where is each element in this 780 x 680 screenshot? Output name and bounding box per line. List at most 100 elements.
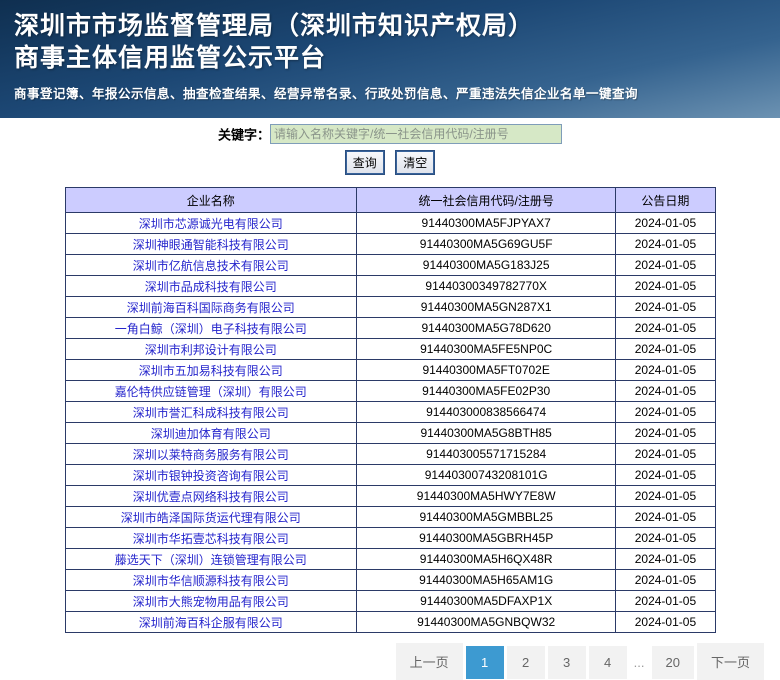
company-link[interactable]: 深圳市亿航信息技术有限公司 — [133, 259, 289, 273]
publish-date-cell: 2024-01-05 — [616, 339, 715, 360]
publish-date-cell: 2024-01-05 — [616, 402, 715, 423]
column-header-credit-code: 统一社会信用代码/注册号 — [356, 188, 615, 213]
credit-code-cell: 91440300MA5FE02P30 — [356, 381, 615, 402]
credit-code-cell: 914403005571715284 — [356, 444, 615, 465]
keyword-input[interactable] — [270, 124, 562, 144]
company-name-cell: 深圳市华拓壹芯科技有限公司 — [65, 528, 356, 549]
company-link[interactable]: 深圳市利邦设计有限公司 — [145, 343, 277, 357]
company-link[interactable]: 深圳市誉汇科成科技有限公司 — [133, 406, 289, 420]
table-row: 嘉伦特供应链管理（深圳）有限公司91440300MA5FE02P302024-0… — [65, 381, 715, 402]
table-row: 深圳市芯源诚光电有限公司91440300MA5FJPYAX72024-01-05 — [65, 213, 715, 234]
table-row: 深圳市誉汇科成科技有限公司 9144030008385664742024-01-0… — [65, 402, 715, 423]
table-header-row: 企业名称 统一社会信用代码/注册号 公告日期 — [65, 188, 715, 213]
company-name-cell: 深圳市银钟投资咨询有限公司 — [65, 465, 356, 486]
site-subtitle: 商事登记簿、年报公示信息、抽查检查结果、经营异常名录、行政处罚信息、严重违法失信… — [14, 83, 780, 102]
company-link[interactable]: 深圳神眼通智能科技有限公司 — [133, 238, 289, 252]
clear-button[interactable]: 清空 — [396, 151, 434, 174]
company-link[interactable]: 深圳市皓泽国际货运代理有限公司 — [121, 511, 301, 525]
company-name-cell: 深圳市亿航信息技术有限公司 — [65, 255, 356, 276]
table-row: 深圳市皓泽国际货运代理有限公司91440300MA5GMBBL252024-01… — [65, 507, 715, 528]
next-page-button[interactable]: 下一页 — [697, 643, 764, 680]
table-row: 深圳优壹点网络科技有限公司 91440300MA5HWY7E8W2024-01-0… — [65, 486, 715, 507]
company-link[interactable]: 深圳迪加体育有限公司 — [151, 427, 271, 441]
company-table: 企业名称 统一社会信用代码/注册号 公告日期 深圳市芯源诚光电有限公司91440… — [65, 187, 716, 633]
company-link[interactable]: 一角白鲸（深圳）电子科技有限公司 — [115, 322, 307, 336]
company-name-cell: 深圳市皓泽国际货运代理有限公司 — [65, 507, 356, 528]
credit-code-cell: 91440300MA5H65AM1G — [356, 570, 615, 591]
table-row: 深圳市品成科技有限公司91440300349782770X2024-01-05 — [65, 276, 715, 297]
publish-date-cell: 2024-01-05 — [616, 444, 715, 465]
company-name-cell: 藤选天下（深圳）连锁管理有限公司 — [65, 549, 356, 570]
pagination: 上一页1234...20下一页 — [0, 643, 764, 680]
company-link[interactable]: 深圳前海百科企服有限公司 — [139, 616, 283, 630]
company-name-cell: 深圳市华信顺源科技有限公司 — [65, 570, 356, 591]
column-header-company-name: 企业名称 — [65, 188, 356, 213]
company-name-cell: 深圳市品成科技有限公司 — [65, 276, 356, 297]
table-row: 一角白鲸（深圳）电子科技有限公司 91440300MA5G78D6202024-0… — [65, 318, 715, 339]
credit-code-cell: 914403000838566474 — [356, 402, 615, 423]
publish-date-cell: 2024-01-05 — [616, 423, 715, 444]
query-button[interactable]: 查询 — [346, 151, 384, 174]
table-row: 深圳以莱特商务服务有限公司 9144030055717152842024-01-0… — [65, 444, 715, 465]
publish-date-cell: 2024-01-05 — [616, 255, 715, 276]
company-name-cell: 深圳市大熊宠物用品有限公司 — [65, 591, 356, 612]
page-button-4[interactable]: 4 — [589, 646, 627, 679]
table-row: 深圳迪加体育有限公司91440300MA5G8BTH852024-01-05 — [65, 423, 715, 444]
page-button-20[interactable]: 20 — [652, 646, 694, 679]
table-row: 深圳市银钟投资咨询有限公司91440300743208101G2024-01-0… — [65, 465, 715, 486]
company-name-cell: 深圳市利邦设计有限公司 — [65, 339, 356, 360]
publish-date-cell: 2024-01-05 — [616, 297, 715, 318]
company-link[interactable]: 藤选天下（深圳）连锁管理有限公司 — [115, 553, 307, 567]
company-name-cell: 嘉伦特供应链管理（深圳）有限公司 — [65, 381, 356, 402]
site-banner: 深圳市市场监督管理局（深圳市知识产权局） 商事主体信用监管公示平台 商事登记簿、… — [0, 0, 780, 118]
table-row: 深圳神眼通智能科技有限公司91440300MA5G69GU5F2024-01-0… — [65, 234, 715, 255]
publish-date-cell: 2024-01-05 — [616, 318, 715, 339]
credit-code-cell: 91440300MA5G78D620 — [356, 318, 615, 339]
credit-code-cell: 91440300MA5FE5NP0C — [356, 339, 615, 360]
publish-date-cell: 2024-01-05 — [616, 360, 715, 381]
table-row: 深圳市亿航信息技术有限公司91440300MA5G183J252024-01-0… — [65, 255, 715, 276]
keyword-label: 关键字： — [218, 128, 270, 143]
credit-code-cell: 91440300MA5GMBBL25 — [356, 507, 615, 528]
table-row: 深圳市大熊宠物用品有限公司91440300MA5DFAXP1X2024-01-0… — [65, 591, 715, 612]
company-link[interactable]: 嘉伦特供应链管理（深圳）有限公司 — [115, 385, 307, 399]
table-row: 深圳市五加易科技有限公司 91440300MA5FT0702E2024-01-05 — [65, 360, 715, 381]
publish-date-cell: 2024-01-05 — [616, 549, 715, 570]
company-link[interactable]: 深圳市华信顺源科技有限公司 — [133, 574, 289, 588]
page-button-2[interactable]: 2 — [507, 646, 545, 679]
search-section: 关键字： 查询 清空 — [0, 118, 780, 174]
publish-date-cell: 2024-01-05 — [616, 213, 715, 234]
table-row: 深圳前海百科国际商务有限公司91440300MA5GN287X12024-01-… — [65, 297, 715, 318]
credit-code-cell: 91440300743208101G — [356, 465, 615, 486]
company-link[interactable]: 深圳市芯源诚光电有限公司 — [139, 217, 283, 231]
publish-date-cell: 2024-01-05 — [616, 612, 715, 633]
company-name-cell: 深圳优壹点网络科技有限公司 — [65, 486, 356, 507]
company-name-cell: 深圳市芯源诚光电有限公司 — [65, 213, 356, 234]
company-link[interactable]: 深圳市品成科技有限公司 — [145, 280, 277, 294]
company-link[interactable]: 深圳以莱特商务服务有限公司 — [133, 448, 289, 462]
prev-page-button[interactable]: 上一页 — [396, 643, 463, 680]
company-link[interactable]: 深圳市银钟投资咨询有限公司 — [133, 469, 289, 483]
company-name-cell: 深圳市五加易科技有限公司 — [65, 360, 356, 381]
company-link[interactable]: 深圳前海百科国际商务有限公司 — [127, 301, 295, 315]
column-header-publish-date: 公告日期 — [616, 188, 715, 213]
site-title-line2: 商事主体信用监管公示平台 — [14, 42, 780, 74]
publish-date-cell: 2024-01-05 — [616, 276, 715, 297]
publish-date-cell: 2024-01-05 — [616, 570, 715, 591]
credit-code-cell: 91440300MA5FT0702E — [356, 360, 615, 381]
company-link[interactable]: 深圳优壹点网络科技有限公司 — [133, 490, 289, 504]
page-button-1[interactable]: 1 — [466, 646, 504, 679]
credit-code-cell: 91440300MA5GBRH45P — [356, 528, 615, 549]
credit-code-cell: 91440300MA5G69GU5F — [356, 234, 615, 255]
table-row: 深圳市利邦设计有限公司 91440300MA5FE5NP0C2024-01-05 — [65, 339, 715, 360]
company-link[interactable]: 深圳市五加易科技有限公司 — [139, 364, 283, 378]
company-link[interactable]: 深圳市华拓壹芯科技有限公司 — [133, 532, 289, 546]
credit-code-cell: 91440300MA5HWY7E8W — [356, 486, 615, 507]
company-name-cell: 深圳前海百科国际商务有限公司 — [65, 297, 356, 318]
table-row: 深圳前海百科企服有限公司91440300MA5GNBQW322024-01-05 — [65, 612, 715, 633]
company-link[interactable]: 深圳市大熊宠物用品有限公司 — [133, 595, 289, 609]
credit-code-cell: 91440300MA5DFAXP1X — [356, 591, 615, 612]
page-button-3[interactable]: 3 — [548, 646, 586, 679]
publish-date-cell: 2024-01-05 — [616, 486, 715, 507]
company-name-cell: 深圳前海百科企服有限公司 — [65, 612, 356, 633]
